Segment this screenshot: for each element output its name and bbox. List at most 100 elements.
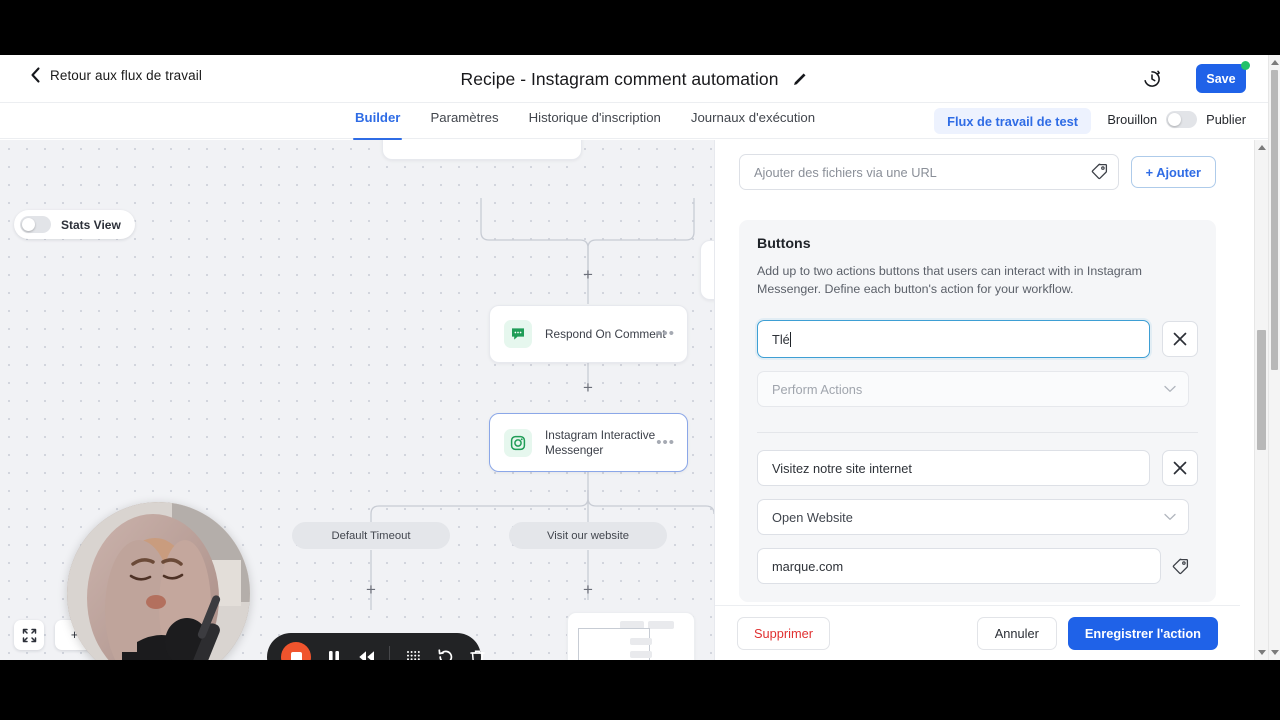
page-title: Recipe - Instagram comment automation bbox=[460, 68, 779, 89]
browser-scrollbar[interactable] bbox=[1268, 55, 1280, 660]
tab-list: Builder Paramètres Historique d'inscript… bbox=[352, 103, 815, 140]
button-2-action-value: Open Website bbox=[772, 509, 853, 525]
add-step-plus-2[interactable]: + bbox=[580, 379, 596, 396]
publish-toggle-knob bbox=[1168, 113, 1182, 126]
node-label: Respond On Comment bbox=[545, 326, 666, 341]
button-2-url-input[interactable]: marque.com bbox=[757, 548, 1161, 584]
instagram-icon bbox=[504, 428, 532, 457]
node-partial-right[interactable] bbox=[700, 240, 714, 300]
chip-visit-our-website[interactable]: Visit our website bbox=[509, 522, 667, 549]
recording-control-bar bbox=[267, 633, 485, 660]
expand-arrows-icon bbox=[22, 628, 36, 642]
buttons-section-description: Add up to two actions buttons that users… bbox=[757, 264, 1143, 296]
panel-scroll-body: + Ajouter Buttons Add up to two actions … bbox=[715, 140, 1240, 605]
stats-view-toggle[interactable]: Stats View bbox=[14, 210, 135, 239]
edit-pencil-icon[interactable] bbox=[792, 72, 807, 87]
browser-scrollbar-thumb[interactable] bbox=[1271, 70, 1278, 370]
close-icon bbox=[1173, 332, 1187, 346]
file-url-input-wrap bbox=[739, 154, 1119, 190]
tab-parametres[interactable]: Paramètres bbox=[430, 103, 498, 139]
button-1-block: Tlé Perform Actions bbox=[757, 320, 1198, 407]
stats-view-switch[interactable] bbox=[20, 216, 51, 233]
file-url-row: + Ajouter bbox=[739, 154, 1216, 190]
button-1-label-input[interactable]: Tlé bbox=[757, 320, 1150, 358]
stats-view-knob bbox=[22, 218, 35, 231]
node-partial-top[interactable] bbox=[382, 140, 582, 160]
save-status-dot bbox=[1241, 61, 1250, 70]
panel-scrollbar[interactable] bbox=[1254, 140, 1268, 660]
buttons-divider bbox=[757, 432, 1198, 433]
save-action-button[interactable]: Enregistrer l'action bbox=[1067, 616, 1218, 650]
node-menu-dots[interactable]: ••• bbox=[656, 435, 675, 450]
stop-recording-button[interactable] bbox=[281, 642, 311, 660]
button-1-label-row: Tlé bbox=[757, 320, 1198, 358]
chevron-down-icon bbox=[1164, 513, 1176, 520]
add-file-button[interactable]: + Ajouter bbox=[1130, 156, 1216, 188]
save-button[interactable]: Save bbox=[1196, 64, 1246, 93]
button-2-label-input[interactable]: Visitez notre site internet bbox=[757, 450, 1150, 486]
close-icon bbox=[1173, 461, 1187, 475]
cancel-button[interactable]: Annuler bbox=[976, 616, 1057, 650]
button-1-remove-button[interactable] bbox=[1162, 321, 1198, 357]
action-settings-panel: + Ajouter Buttons Add up to two actions … bbox=[714, 140, 1268, 660]
tag-icon[interactable] bbox=[1172, 558, 1189, 575]
node-instagram-interactive-messenger[interactable]: Instagram Interactive Messenger ••• bbox=[489, 413, 688, 472]
button-2-action-select[interactable]: Open Website bbox=[757, 499, 1189, 535]
panel-scroll-up-arrow[interactable] bbox=[1255, 140, 1268, 155]
button-2-label-value: Visitez notre site internet bbox=[772, 460, 912, 476]
browser-viewport: Retour aux flux de travail Recipe - Inst… bbox=[0, 55, 1280, 660]
panel-scrollbar-thumb[interactable] bbox=[1257, 330, 1266, 450]
panel-footer: Supprimer Annuler Enregistrer l'action bbox=[715, 605, 1240, 660]
button-2-remove-button[interactable] bbox=[1162, 450, 1198, 486]
fit-to-screen-button[interactable] bbox=[14, 620, 44, 650]
stats-view-label: Stats View bbox=[61, 217, 121, 232]
chevron-left-icon bbox=[31, 67, 40, 83]
chevron-down-icon bbox=[1164, 385, 1176, 392]
footer-right-group: Annuler Enregistrer l'action bbox=[976, 616, 1218, 650]
screen-root: Retour aux flux de travail Recipe - Inst… bbox=[0, 0, 1280, 720]
comment-bubble-icon bbox=[504, 320, 532, 348]
drag-handle-icon[interactable] bbox=[404, 648, 422, 660]
tab-bar: Builder Paramètres Historique d'inscript… bbox=[0, 103, 1268, 140]
back-to-workflows-label: Retour aux flux de travail bbox=[50, 67, 202, 83]
pause-recording-button[interactable] bbox=[325, 648, 343, 660]
button-1-label-field-wrap: Tlé bbox=[757, 320, 1150, 358]
node-skeleton-card[interactable] bbox=[567, 612, 695, 660]
button-2-label-field-wrap: Visitez notre site internet bbox=[757, 450, 1150, 486]
chip-default-timeout[interactable]: Default Timeout bbox=[292, 522, 450, 549]
button-1-action-placeholder: Perform Actions bbox=[772, 381, 863, 397]
rewind-button[interactable] bbox=[357, 648, 375, 660]
node-menu-dots[interactable]: ••• bbox=[656, 326, 675, 341]
file-url-input[interactable] bbox=[739, 154, 1119, 190]
tag-icon[interactable] bbox=[1091, 163, 1108, 180]
tab-historique-inscription[interactable]: Historique d'inscription bbox=[529, 103, 661, 139]
test-workflow-button[interactable]: Flux de travail de test bbox=[934, 108, 1091, 134]
node-label: Instagram Interactive Messenger bbox=[545, 427, 656, 457]
buttons-section-title: Buttons bbox=[757, 236, 811, 252]
button-2-url-row: marque.com bbox=[757, 548, 1198, 584]
tab-journaux-execution[interactable]: Journaux d'exécution bbox=[691, 103, 815, 139]
history-clock-icon[interactable] bbox=[1142, 69, 1162, 89]
node-respond-on-comment[interactable]: Respond On Comment ••• bbox=[489, 305, 688, 363]
add-step-plus-1[interactable]: + bbox=[580, 266, 596, 283]
delete-recording-icon[interactable] bbox=[468, 648, 486, 660]
panel-scroll-down-arrow[interactable] bbox=[1255, 645, 1268, 660]
button-1-action-select[interactable]: Perform Actions bbox=[757, 371, 1189, 407]
add-step-plus-4[interactable]: + bbox=[580, 581, 596, 598]
publish-label: Publier bbox=[1206, 112, 1246, 127]
button-1-label-value: Tlé bbox=[772, 331, 790, 347]
delete-action-button[interactable]: Supprimer bbox=[737, 616, 831, 650]
app-header: Retour aux flux de travail Recipe - Inst… bbox=[0, 55, 1268, 103]
add-step-plus-3[interactable]: + bbox=[363, 581, 379, 598]
button-2-url-value: marque.com bbox=[772, 558, 844, 574]
publish-toggle-group: Brouillon Publier bbox=[1107, 111, 1246, 128]
restart-recording-icon[interactable] bbox=[436, 648, 454, 660]
browser-scroll-down-arrow[interactable] bbox=[1269, 645, 1280, 660]
back-to-workflows-link[interactable]: Retour aux flux de travail bbox=[30, 67, 202, 83]
tab-builder[interactable]: Builder bbox=[352, 103, 403, 140]
publish-toggle[interactable] bbox=[1166, 111, 1198, 128]
button-2-label-row: Visitez notre site internet bbox=[757, 450, 1198, 486]
text-caret bbox=[789, 331, 791, 347]
browser-scroll-up-arrow[interactable] bbox=[1269, 55, 1280, 70]
toolbar-divider bbox=[389, 646, 390, 660]
